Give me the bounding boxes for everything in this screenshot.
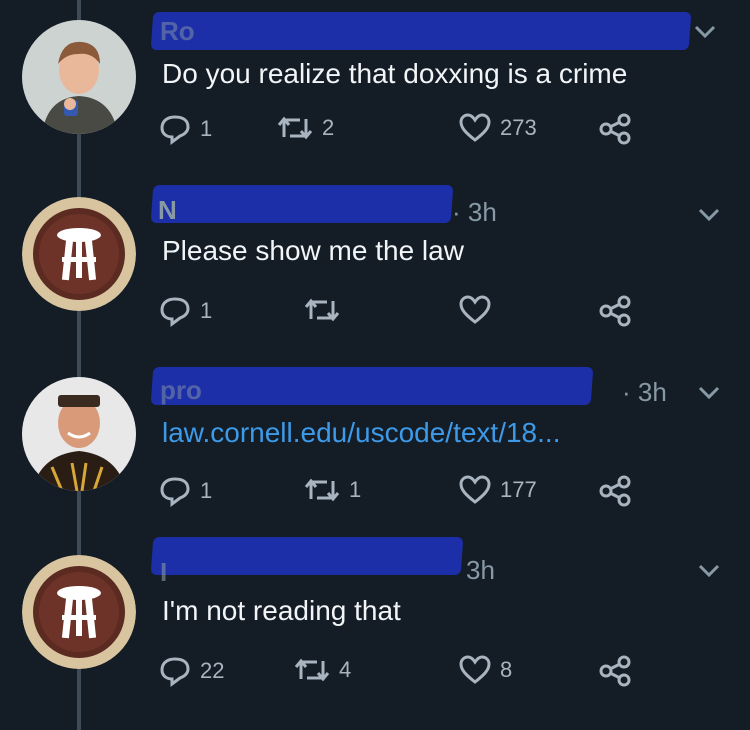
tweet-text: Please show me the law [162, 235, 464, 266]
retweet-icon [294, 658, 330, 682]
avatar[interactable] [22, 555, 136, 669]
like-button[interactable] [458, 295, 500, 325]
reply-icon [160, 115, 190, 145]
heart-icon [459, 475, 491, 504]
chevron-down-icon[interactable] [690, 22, 720, 42]
tweet-text: I'm not reading that [162, 595, 401, 626]
barstool-logo-avatar-image [22, 555, 136, 669]
retweet-count: 4 [339, 657, 352, 682]
reply-count: 1 [200, 478, 213, 503]
reply-thread: Ro Do you realize that doxxing is a crim… [0, 0, 750, 730]
retweet-icon [304, 298, 340, 322]
reply-icon [160, 657, 190, 687]
reply-icon [160, 297, 190, 327]
reply-button[interactable]: 1 [158, 475, 212, 507]
redacted-username [150, 537, 464, 575]
share-button[interactable] [598, 113, 632, 145]
tweet[interactable]: I 3h I'm not reading that 22 4 8 [0, 525, 750, 730]
username-fragment: pro [160, 375, 202, 405]
like-count: 8 [500, 657, 513, 682]
retweet-button[interactable]: 2 [276, 113, 334, 143]
redacted-username [150, 12, 692, 50]
avatar[interactable] [22, 20, 136, 134]
reply-button[interactable]: 22 [158, 655, 224, 687]
share-button[interactable] [598, 295, 632, 327]
avatar[interactable] [22, 197, 136, 311]
like-button[interactable]: 8 [458, 655, 512, 685]
share-icon [599, 295, 631, 327]
retweet-button[interactable]: 1 [303, 475, 361, 505]
tweet-timestamp[interactable]: 3h [466, 555, 495, 586]
retweet-button[interactable] [303, 295, 349, 325]
man-photo-avatar-image [22, 377, 136, 491]
chevron-down-icon[interactable] [694, 561, 724, 581]
redacted-username [150, 367, 594, 405]
tweet[interactable]: Ro Do you realize that doxxing is a crim… [0, 0, 750, 175]
share-icon [599, 113, 631, 145]
cartoon-man-avatar-image [22, 20, 136, 134]
like-button[interactable]: 273 [458, 113, 537, 143]
tweet[interactable]: N · 3h Please show me the law 1 [0, 175, 750, 345]
heart-icon [459, 295, 491, 324]
reply-button[interactable]: 1 [158, 113, 212, 145]
tweet-actions: 22 4 8 [158, 655, 658, 691]
tweet-actions: 1 [158, 295, 658, 331]
tweet-text: Do you realize that doxxing is a crime [162, 58, 628, 89]
retweet-count: 2 [322, 115, 335, 140]
share-icon [599, 475, 631, 507]
tweet-actions: 1 2 273 [158, 113, 658, 149]
tweet-timestamp[interactable]: · 3h [452, 197, 497, 228]
like-count: 273 [500, 115, 537, 140]
redacted-username [150, 185, 454, 223]
tweet[interactable]: pro · 3h law.cornell.edu/uscode/text/18.… [0, 345, 750, 525]
reply-icon [160, 477, 190, 507]
reply-button[interactable]: 1 [158, 295, 212, 327]
tweet-actions: 1 1 177 [158, 475, 658, 511]
heart-icon [459, 655, 491, 684]
retweet-icon [304, 478, 340, 502]
chevron-down-icon[interactable] [694, 383, 724, 403]
username-fragment: I [160, 557, 168, 587]
username-fragment: N [158, 195, 177, 225]
reply-count: 1 [200, 298, 213, 323]
barstool-logo-avatar-image [22, 197, 136, 311]
tweet-timestamp[interactable]: · 3h [622, 377, 667, 408]
share-button[interactable] [598, 475, 632, 507]
like-button[interactable]: 177 [458, 475, 537, 505]
tweet-link[interactable]: law.cornell.edu/uscode/text/18... [162, 417, 560, 449]
like-count: 177 [500, 477, 537, 502]
username-fragment: Ro [160, 16, 195, 46]
reply-count: 1 [200, 116, 213, 141]
avatar[interactable] [22, 377, 136, 491]
retweet-button[interactable]: 4 [293, 655, 351, 685]
retweet-count: 1 [349, 477, 362, 502]
heart-icon [459, 113, 491, 142]
retweet-icon [277, 116, 313, 140]
share-icon [599, 655, 631, 687]
chevron-down-icon[interactable] [694, 205, 724, 225]
reply-count: 22 [200, 658, 225, 683]
share-button[interactable] [598, 655, 632, 687]
